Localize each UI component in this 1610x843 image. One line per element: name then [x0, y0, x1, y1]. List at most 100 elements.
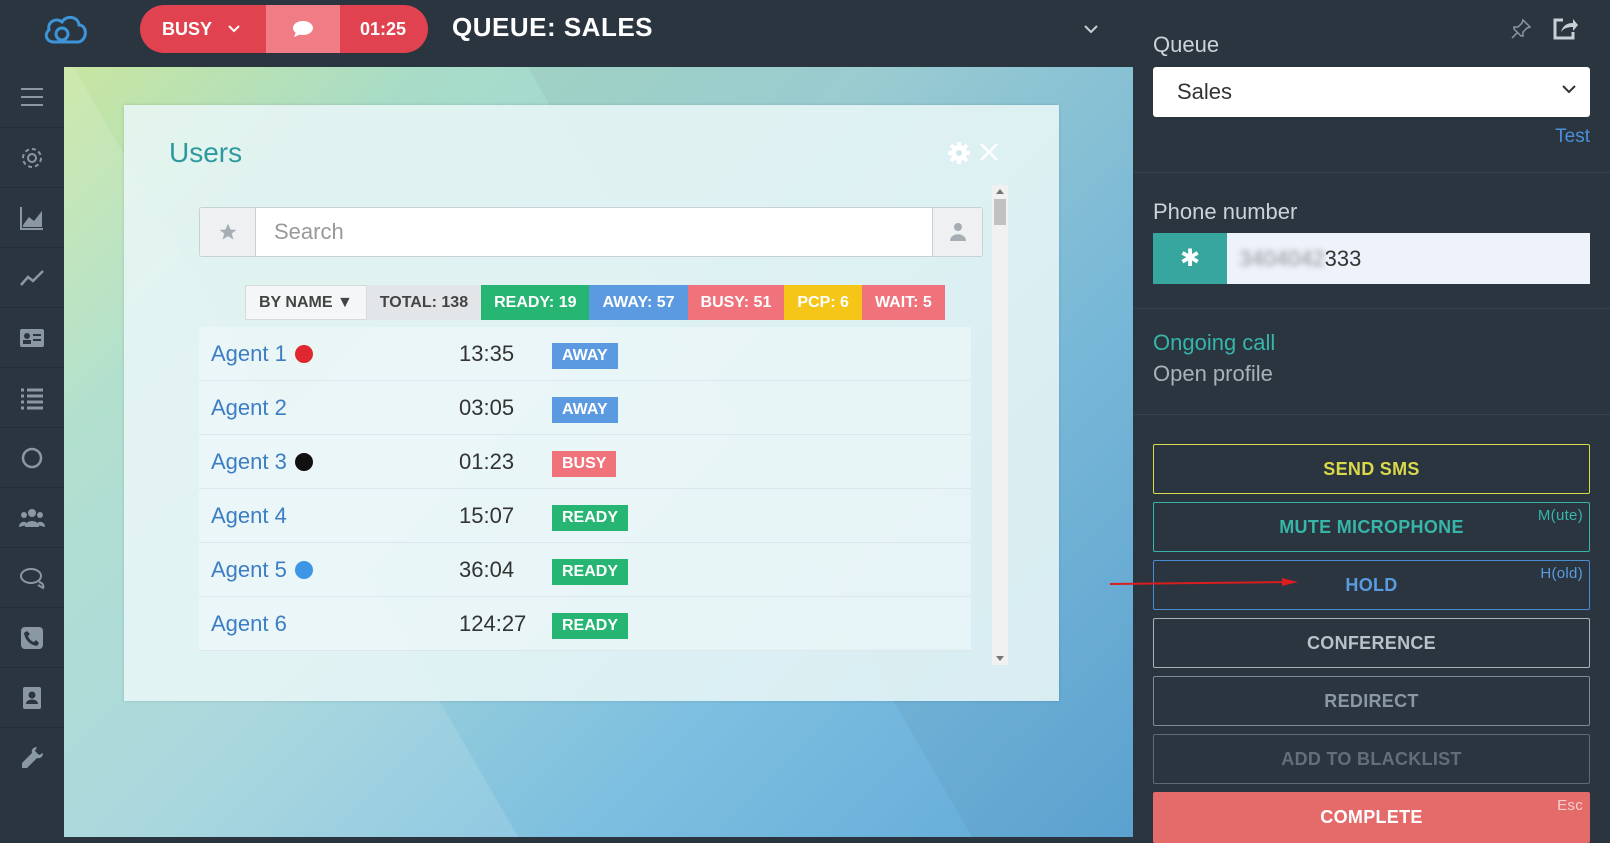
queue-label: Queue [1153, 32, 1220, 57]
user-name-text: Agent 5 [211, 557, 287, 582]
sidebar-item-chat[interactable] [0, 547, 64, 607]
scroll-down-arrow[interactable] [996, 656, 1004, 661]
sidebar-item-trends[interactable] [0, 247, 64, 307]
mute-label: MUTE MICROPHONE [1279, 516, 1464, 537]
divider [1133, 308, 1610, 309]
phone-visible-digits: 333 [1324, 245, 1362, 271]
user-filter-button[interactable] [932, 208, 982, 256]
filter-busy[interactable]: BUSY: 51 [687, 285, 785, 320]
chart-area-icon [20, 206, 43, 230]
open-profile-link[interactable]: Open profile [1153, 361, 1273, 387]
status-badge: READY [552, 613, 629, 639]
user-time: 124:27 [459, 611, 527, 636]
user-name[interactable]: Agent 5 [211, 557, 313, 583]
sidebar-item-contacts[interactable] [0, 307, 64, 367]
filter-away[interactable]: AWAY: 57 [589, 285, 688, 320]
sidebar-item-list[interactable] [0, 367, 64, 427]
scrollbar[interactable] [992, 185, 1008, 665]
user-row[interactable]: Agent 4 15:07 READY [199, 489, 971, 543]
cloud-logo-icon[interactable] [42, 12, 88, 46]
user-name-text: Agent 3 [211, 449, 287, 474]
chevron-down-icon [228, 25, 240, 33]
divider [1133, 414, 1610, 415]
close-icon[interactable] [977, 140, 1001, 164]
sort-by-name-button[interactable]: BY NAME ▼ [245, 285, 367, 320]
gear-icon [22, 147, 42, 168]
sidebar-item-menu[interactable] [0, 67, 64, 127]
chat-button[interactable] [266, 5, 341, 53]
chevron-down-icon[interactable] [1083, 24, 1099, 34]
chat-icon [20, 567, 45, 589]
user-name-text: Agent 6 [211, 611, 287, 636]
blacklist-label: ADD TO BLACKLIST [1281, 748, 1462, 769]
search-input[interactable] [256, 208, 932, 256]
hold-label: HOLD [1345, 574, 1398, 595]
test-link[interactable]: Test [1555, 126, 1590, 148]
filter-total[interactable]: TOTAL: 138 [366, 285, 482, 320]
status-badge: AWAY [552, 397, 618, 423]
user-list: Agent 1 13:35 AWAY Agent 2 03:05 AWAY Agent 3 0… [199, 327, 971, 669]
queue-title: QUEUE: SALES [452, 12, 654, 42]
complete-button[interactable]: COMPLETE Esc [1153, 792, 1590, 843]
circle-icon [21, 447, 43, 468]
status-dot [294, 345, 313, 363]
send-sms-button[interactable]: SEND SMS [1153, 444, 1590, 494]
user-name-text: Agent 2 [211, 395, 287, 420]
send-sms-label: SEND SMS [1323, 458, 1420, 479]
user-icon [949, 223, 966, 241]
user-time: 36:04 [459, 557, 515, 582]
filter-ready[interactable]: READY: 19 [481, 285, 590, 320]
address-book-icon [23, 686, 41, 709]
hold-hotkey: H(old) [1540, 565, 1583, 582]
user-name[interactable]: Agent 1 [211, 341, 313, 367]
user-row[interactable]: Agent 1 13:35 AWAY [199, 327, 971, 381]
main-area: Users BY NAME ▼ TOTAL: 138 READY: 19 AWA… [64, 67, 1133, 837]
redirect-button[interactable]: REDIRECT [1153, 676, 1590, 726]
user-name[interactable]: Agent 3 [211, 449, 313, 475]
user-name[interactable]: Agent 4 [211, 503, 287, 529]
status-dot [294, 561, 313, 579]
contact-card-icon [20, 328, 44, 347]
scroll-thumb[interactable] [994, 199, 1006, 225]
gear-icon[interactable] [947, 141, 971, 165]
call-panel: Queue Sales Test Phone number ✱ 3404042 … [1133, 0, 1610, 843]
status-badge: AWAY [552, 343, 618, 369]
users-icon [19, 508, 45, 527]
status-dropdown[interactable]: BUSY [140, 5, 267, 53]
user-row[interactable]: Agent 2 03:05 AWAY [199, 381, 971, 435]
mute-microphone-button[interactable]: MUTE MICROPHONE M(ute) [1153, 502, 1590, 552]
sidebar-item-status[interactable] [0, 427, 64, 487]
sidebar-item-calls[interactable] [0, 607, 64, 667]
status-badge: BUSY [552, 451, 617, 477]
filter-wait[interactable]: WAIT: 5 [861, 285, 945, 320]
scroll-up-arrow[interactable] [996, 189, 1004, 194]
user-row[interactable]: Agent 5 36:04 READY [199, 543, 971, 597]
favorites-button[interactable] [200, 208, 256, 256]
add-to-blacklist-button[interactable]: ADD TO BLACKLIST [1153, 734, 1590, 784]
sidebar-item-settings[interactable] [0, 127, 64, 187]
ongoing-call-link[interactable]: Ongoing call [1153, 330, 1275, 356]
queue-select[interactable]: Sales [1153, 67, 1590, 117]
phone-input[interactable]: 3404042 333 [1227, 233, 1590, 284]
pin-icon[interactable] [1510, 18, 1532, 40]
sidebar-item-tools[interactable] [0, 727, 64, 787]
phone-prefix-button[interactable]: ✱ [1153, 233, 1227, 284]
filter-pcp[interactable]: PCP: 6 [784, 285, 862, 320]
chart-line-icon [20, 269, 44, 286]
panel-title: Users [169, 137, 243, 168]
share-icon[interactable] [1551, 16, 1579, 42]
phone-icon [21, 626, 43, 649]
menu-icon [21, 88, 43, 106]
user-name[interactable]: Agent 2 [211, 395, 287, 421]
divider [1133, 172, 1610, 173]
list-icon [21, 388, 43, 409]
sidebar-item-users[interactable] [0, 487, 64, 547]
sidebar-item-addressbook[interactable] [0, 667, 64, 727]
conference-button[interactable]: CONFERENCE [1153, 618, 1590, 668]
status-badge: READY [552, 505, 629, 531]
user-name[interactable]: Agent 6 [211, 611, 287, 637]
user-row[interactable]: Agent 6 124:27 READY [199, 597, 971, 651]
user-row[interactable]: Agent 3 01:23 BUSY [199, 435, 971, 489]
sidebar [0, 67, 64, 843]
sidebar-item-stats[interactable] [0, 187, 64, 247]
